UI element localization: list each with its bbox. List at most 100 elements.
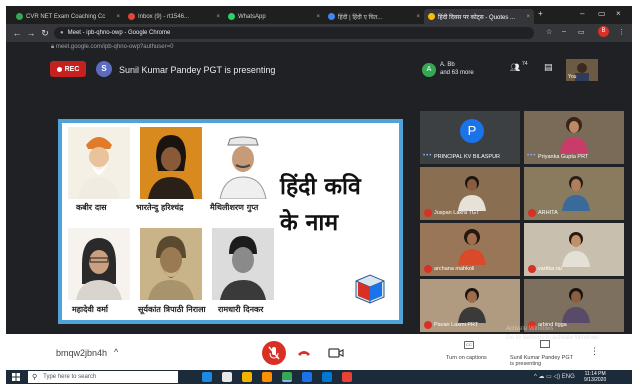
captions-label[interactable]: Turn on captions xyxy=(446,355,487,361)
participant-avatar: A xyxy=(422,63,436,77)
rec-label: REC xyxy=(64,65,80,73)
mail-icon[interactable] xyxy=(322,372,332,382)
participant-tile[interactable]: Pavan Laxmi PRT xyxy=(420,279,520,332)
participant-name: archana mahkoli xyxy=(434,266,475,272)
presenter-avatar: S xyxy=(96,61,112,77)
tab-label: WhatsApp xyxy=(238,13,266,20)
muted-mic-icon xyxy=(424,209,432,217)
edge-icon[interactable] xyxy=(202,372,212,382)
file-explorer-icon[interactable] xyxy=(242,372,252,382)
close-tab-icon[interactable]: × xyxy=(313,14,320,20)
slide-subtitle: के नाम xyxy=(280,210,339,236)
camera-icon[interactable] xyxy=(328,346,344,360)
address-bar[interactable]: ● Meet - ipb-qhno-owp - Google Chrome xyxy=(54,27,534,39)
minimize-icon[interactable]: – xyxy=(562,28,566,35)
present-screen-icon[interactable] xyxy=(540,340,550,348)
meeting-code[interactable]: bmqw2jbn4h xyxy=(56,348,107,358)
mic-off-button[interactable] xyxy=(262,341,286,365)
clock-date: 9/13/2020 xyxy=(584,377,607,383)
tab-label: CVR NET Exam Coaching Cc xyxy=(26,13,106,20)
screen: CVR NET Exam Coaching Cc × Inbox (9) - r… xyxy=(6,6,632,384)
participant-more: and 63 more xyxy=(440,70,474,76)
presenting-sub: is presenting xyxy=(510,361,542,367)
muted-mic-icon xyxy=(424,265,432,273)
participants-summary[interactable]: A. Bb and 63 more xyxy=(440,61,474,77)
system-tray[interactable]: ^ ☁ ▭ ◁) ENG xyxy=(534,373,575,380)
menu-icon[interactable]: ⋮ xyxy=(618,28,625,36)
meet-header: REC S Sunil Kumar Pandey PGT is presenti… xyxy=(6,53,632,89)
participant-tile[interactable]: ••• Priyanka Gupta PRT xyxy=(524,111,624,164)
vlc-icon[interactable] xyxy=(262,372,272,382)
participant-tile[interactable]: arbind tigga xyxy=(524,279,624,332)
participant-tile[interactable]: archana mahkoli xyxy=(420,223,520,276)
skype-icon[interactable] xyxy=(302,372,312,382)
activate-windows-title: Activate Windows xyxy=(506,326,554,332)
hang-up-icon[interactable] xyxy=(296,346,312,360)
profile-avatar[interactable]: B xyxy=(598,26,609,37)
presenting-label[interactable]: Sunil Kumar Pandey PGT is presenting xyxy=(510,355,573,367)
chat-icon[interactable]: ▤ xyxy=(544,62,553,73)
tab-favicon-icon xyxy=(428,13,435,20)
browser-tab-active[interactable]: हिंदी दिवस पर कोट्स - Quotes ... × xyxy=(424,9,534,24)
clock[interactable]: 11:14 PM 9/13/2020 xyxy=(584,371,606,383)
portrait-bharatendu xyxy=(140,127,202,199)
poet-name: मैथिलीशरण गुप्त xyxy=(210,203,259,212)
portrait-maithilisharan xyxy=(212,127,274,199)
participant-tile[interactable]: vartika rai xyxy=(524,223,624,276)
record-dot-icon xyxy=(56,66,62,72)
browser-tab[interactable]: CVR NET Exam Coaching Cc × xyxy=(12,9,124,24)
url-text[interactable]: 🔒︎ meet.google.com/ipb-qhno-owp?authuser… xyxy=(6,42,632,53)
close-tab-icon[interactable]: × xyxy=(413,14,420,20)
close-tab-icon[interactable]: × xyxy=(213,14,220,20)
people-icon[interactable]: 👥︎ xyxy=(510,63,520,72)
slide: कबीर दास भारतेन्दु हरिश्चंद्र मैथिलीशरण … xyxy=(58,119,403,324)
participant-tile[interactable]: ARHITA xyxy=(524,167,624,220)
participant-video xyxy=(562,288,590,323)
tab-label: Inbox (9) - rt1546... xyxy=(138,13,190,20)
close-tab-icon[interactable]: × xyxy=(523,14,530,20)
close-window-icon[interactable]: × xyxy=(616,9,621,18)
chevron-up-icon[interactable]: ^ xyxy=(114,347,118,357)
app-icon[interactable] xyxy=(342,372,352,382)
participant-name: ARHITA xyxy=(538,210,558,216)
tab-label: हिंदी | हिंदी ए चित... xyxy=(338,14,383,21)
browser-tab[interactable]: WhatsApp × xyxy=(224,9,324,24)
participant-name: A. Bb xyxy=(440,62,455,68)
new-tab-button[interactable]: + xyxy=(538,9,543,18)
search-placeholder: Type here to search xyxy=(43,374,97,380)
speaking-indicator-icon: ••• xyxy=(527,153,537,159)
taskbar-search[interactable]: ⚲ Type here to search xyxy=(28,371,178,383)
muted-mic-icon xyxy=(528,209,536,217)
close-tab-icon[interactable]: × xyxy=(113,14,120,20)
star-icon[interactable]: ☆ xyxy=(546,28,552,36)
gmail-icon xyxy=(128,13,135,20)
windows-start-icon[interactable] xyxy=(12,373,20,381)
chrome-icon[interactable] xyxy=(282,372,292,382)
portrait-kabir xyxy=(68,127,130,199)
poet-name: भारतेन्दु हरिश्चंद्र xyxy=(136,203,184,212)
minimize-icon[interactable]: – xyxy=(580,9,584,18)
back-icon[interactable]: ← xyxy=(10,28,24,38)
restore-icon[interactable]: ▭ xyxy=(578,28,585,36)
poet-name: सूर्यकांत त्रिपाठी निराला xyxy=(138,305,206,314)
participant-name: Juspan Lakra TGT xyxy=(434,210,480,216)
reload-icon[interactable]: ↻ xyxy=(38,28,52,39)
meet-favicon-icon: ● xyxy=(60,30,64,36)
muted-mic-icon xyxy=(528,265,536,273)
speaking-indicator-icon: ••• xyxy=(423,153,433,159)
captions-icon[interactable]: CC xyxy=(464,341,474,349)
url: meet.google.com/ipb-qhno-owp?authuser=0 xyxy=(55,44,174,50)
participant-tile[interactable]: Juspan Lakra TGT xyxy=(420,167,520,220)
more-options-icon[interactable]: ⋮ xyxy=(590,346,599,357)
browser-tab[interactable]: हिंदी | हिंदी ए चित... × xyxy=(324,9,424,24)
presenting-text: Sunil Kumar Pandey PGT is presenting xyxy=(119,65,276,75)
browser-tab[interactable]: Inbox (9) - rt1546... × xyxy=(124,9,224,24)
participant-video xyxy=(560,117,588,153)
store-icon[interactable] xyxy=(222,372,232,382)
box-logo-icon xyxy=(355,274,385,304)
maximize-icon[interactable]: ▭ xyxy=(598,9,606,18)
window-title: Meet - ipb-qhno-owp - Google Chrome xyxy=(67,30,171,36)
you-label: You xyxy=(568,74,577,80)
forward-icon[interactable]: → xyxy=(24,28,38,38)
participant-tile[interactable]: P ••• PRINCIPAL KV BILASPUR xyxy=(420,111,520,164)
